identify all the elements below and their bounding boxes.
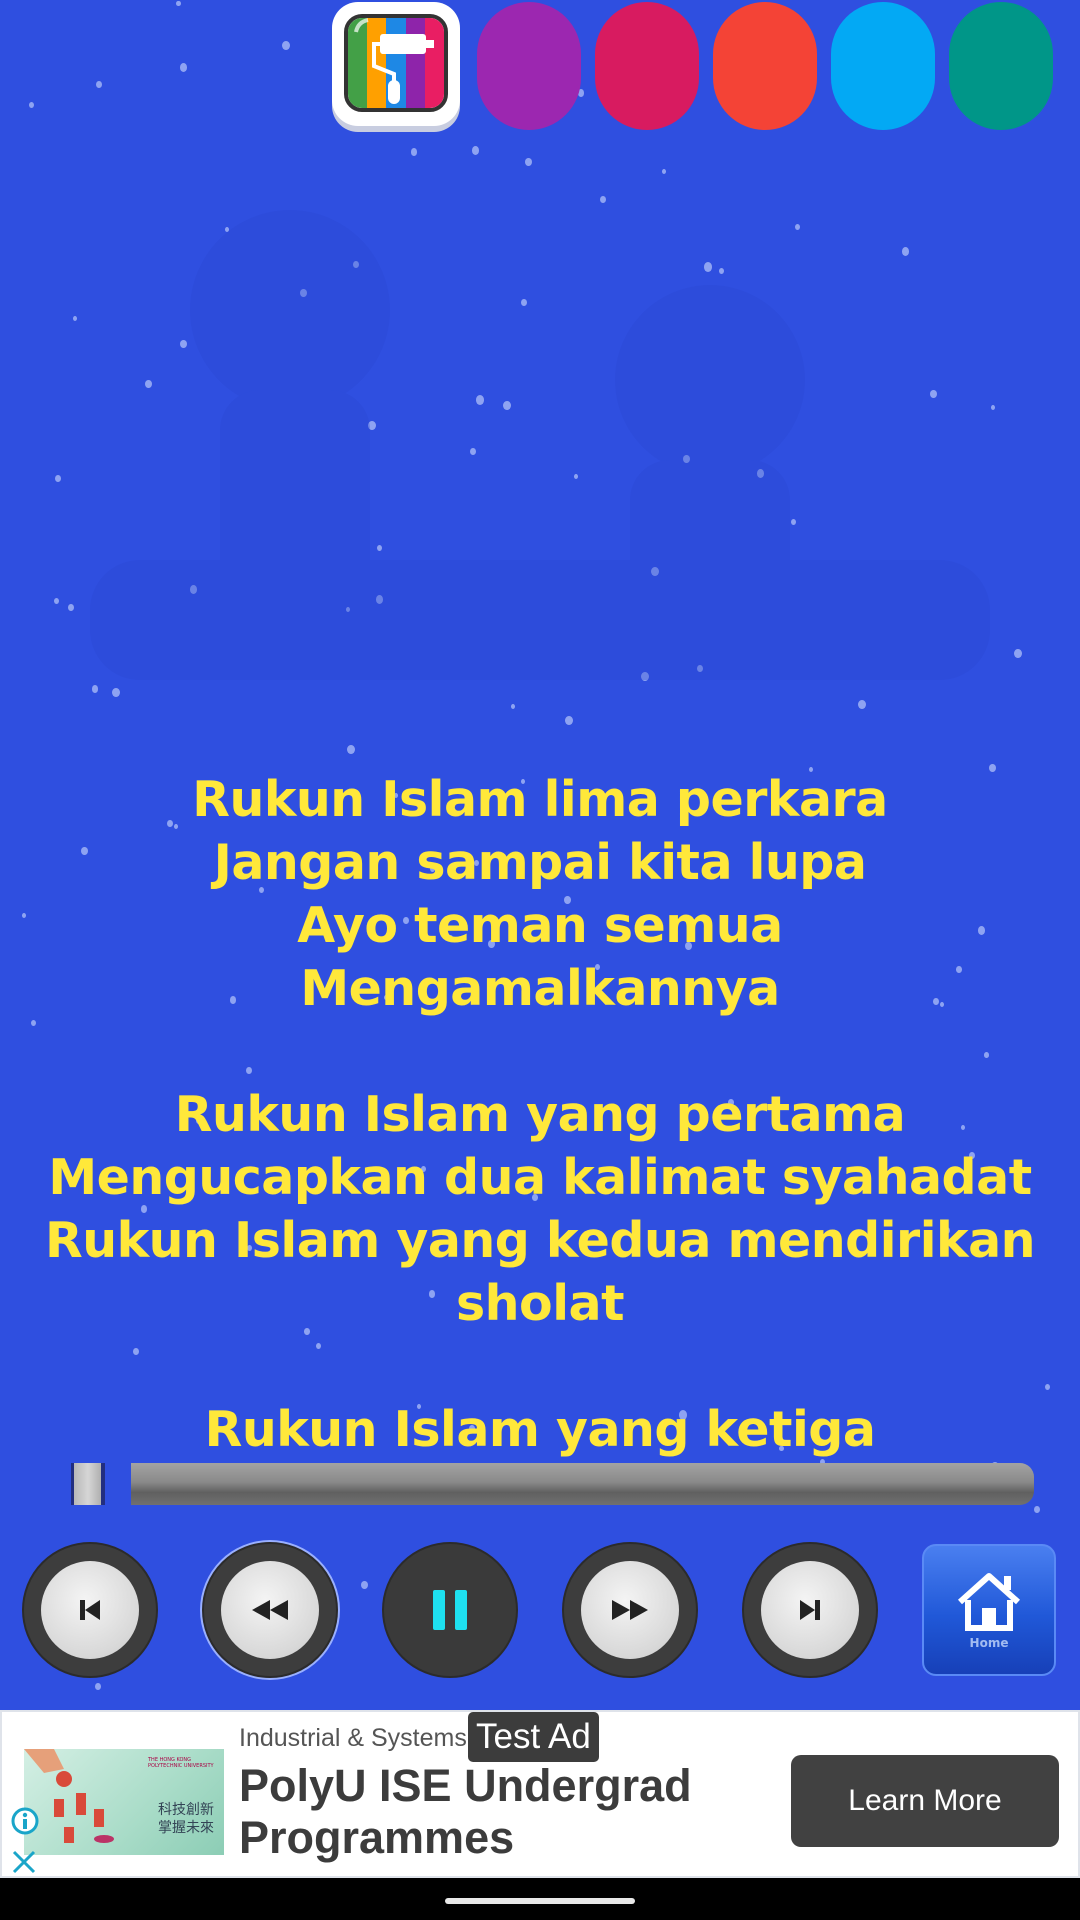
pause-button[interactable] <box>382 1542 518 1678</box>
theme-swatch-crimson[interactable] <box>595 2 699 130</box>
home-button[interactable]: Home <box>922 1544 1056 1676</box>
ad-image[interactable]: THE HONG KONG POLYTECHNIC UNIVERSITY 科技創… <box>24 1749 224 1855</box>
next-button[interactable] <box>742 1542 878 1678</box>
fast-forward-button[interactable] <box>562 1542 698 1678</box>
star-dot <box>525 158 532 166</box>
lyric-line: Rukun Islam yang pertama <box>174 1086 906 1143</box>
star-dot <box>29 102 35 109</box>
theme-swatch-sky-blue[interactable] <box>831 2 935 130</box>
star-dot <box>858 700 866 710</box>
fast-forward-icon <box>612 1600 648 1620</box>
paint-roller-icon <box>354 18 434 104</box>
ad-image-university: THE HONG KONG POLYTECHNIC UNIVERSITY <box>148 1757 214 1769</box>
stanza-gap <box>0 1020 1080 1083</box>
star-dot <box>176 1 181 7</box>
ad-category: Industrial & Systems <box>239 1724 467 1752</box>
lyric-line: Mengamalkannya <box>300 960 780 1017</box>
theme-swatch-red-orange[interactable] <box>713 2 817 130</box>
ad-title[interactable]: PolyU ISE Undergrad Programmes <box>239 1760 719 1864</box>
star-dot <box>96 81 102 88</box>
system-navigation-bar <box>0 1878 1080 1920</box>
rewind-icon <box>252 1600 288 1620</box>
ad-image-slogan: 科技創新 掌握未來 <box>158 1802 214 1836</box>
seek-bar[interactable] <box>68 1461 1034 1505</box>
skip-previous-icon <box>80 1600 100 1620</box>
star-dot <box>411 148 418 156</box>
lyric-line: Ayo teman semua <box>297 897 783 954</box>
star-dot <box>662 169 666 174</box>
rewind-button[interactable] <box>202 1542 338 1678</box>
gesture-handle[interactable] <box>445 1898 635 1904</box>
theme-swatch-teal[interactable] <box>949 2 1053 130</box>
star-dot <box>511 704 516 710</box>
theme-swatch-purple[interactable] <box>477 2 581 130</box>
stanza-gap <box>0 1335 1080 1398</box>
seek-track[interactable] <box>131 1463 1034 1505</box>
lyric-line: Jangan sampai kita lupa <box>213 834 867 891</box>
previous-button[interactable] <box>22 1542 158 1678</box>
lyric-line: Rukun Islam yang ketiga <box>204 1401 876 1458</box>
star-dot <box>472 146 480 155</box>
close-icon[interactable] <box>10 1848 38 1876</box>
chess-pieces-illustration <box>24 1749 114 1843</box>
learn-more-button[interactable]: Learn More <box>791 1755 1059 1847</box>
star-dot <box>565 716 573 726</box>
pause-icon <box>433 1590 467 1630</box>
song-player-screen: Rukun Islam lima perkara Jangan sampai k… <box>0 0 1080 1708</box>
test-ad-badge: Test Ad <box>468 1712 599 1762</box>
star-dot <box>282 41 290 51</box>
children-watermark-illustration <box>90 210 990 680</box>
player-controls: Home <box>0 1540 1080 1680</box>
lyrics-scroll-area[interactable]: Rukun Islam lima perkara Jangan sampai k… <box>0 768 1080 1458</box>
lyric-line: Rukun Islam yang kedua mendirikan <box>44 1212 1036 1269</box>
lyric-line: Mengucapkan dua kalimat syahadat <box>48 1149 1032 1206</box>
lyric-line: sholat <box>456 1275 625 1332</box>
star-dot <box>95 1683 101 1690</box>
home-label: Home <box>969 1636 1009 1650</box>
star-dot <box>347 745 355 755</box>
skip-next-icon <box>800 1600 820 1620</box>
star-dot <box>1034 1506 1040 1513</box>
lyric-line: Rukun Islam lima perkara <box>192 771 888 828</box>
home-icon <box>957 1573 1021 1631</box>
theme-button-rainbow[interactable] <box>332 2 460 126</box>
info-icon[interactable] <box>10 1806 40 1836</box>
star-dot <box>180 63 188 72</box>
seek-thumb[interactable] <box>71 1463 106 1505</box>
